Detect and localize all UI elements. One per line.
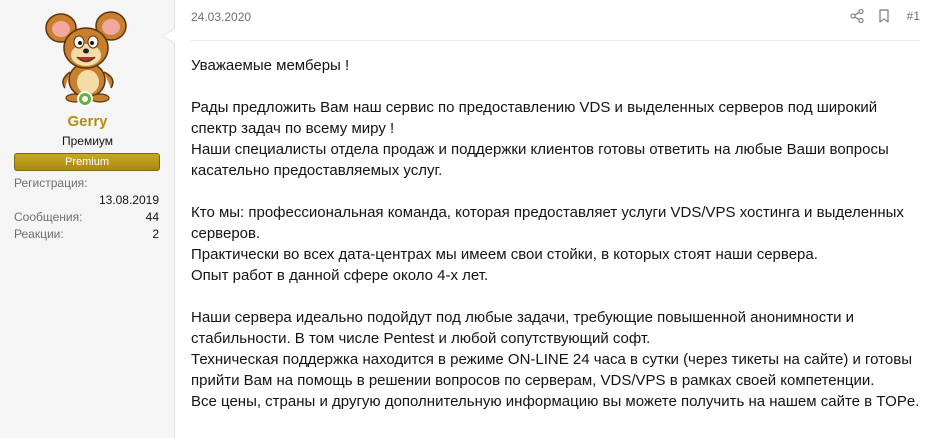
post-date[interactable]: 24.03.2020 bbox=[191, 10, 251, 24]
message-line: касательно предоставляемых услуг. bbox=[191, 162, 443, 179]
message-line: Практически во всех дата-центрах мы имее… bbox=[191, 246, 818, 263]
share-icon[interactable] bbox=[849, 8, 865, 24]
registration-label: Регистрация: bbox=[14, 176, 88, 190]
registration-value: 13.08.2019 bbox=[98, 193, 159, 207]
message-line: спектр задач по всему миру ! bbox=[191, 120, 395, 137]
message-line: прийти Вам на помощь в решении вопросов … bbox=[191, 372, 875, 389]
message-line: Уважаемые мемберы ! bbox=[191, 57, 350, 74]
header-divider bbox=[191, 40, 920, 41]
message-line: Все цены, страны и другую дополнительную… bbox=[191, 393, 920, 410]
message-line: серверов. bbox=[191, 225, 261, 242]
message-line: Наши сервера идеально подойдут под любые… bbox=[191, 309, 855, 326]
user-sidebar: Gerry Премиум Premium Регистрация: 13.08… bbox=[0, 0, 175, 438]
messages-label: Сообщения: bbox=[14, 210, 83, 224]
message-line: Техническая поддержка находится в режиме… bbox=[191, 351, 912, 368]
messages-value[interactable]: 44 bbox=[146, 210, 159, 224]
user-title: Премиум bbox=[61, 134, 114, 148]
message-line: Опыт работ в данной сфере около 4-х лет. bbox=[191, 267, 489, 284]
online-status-icon bbox=[77, 91, 93, 107]
message-line: Кто мы: профессиональная команда, котора… bbox=[191, 204, 904, 221]
premium-banner: Premium bbox=[14, 153, 160, 171]
post-number-link[interactable]: #1 bbox=[907, 9, 920, 23]
reactions-value: 2 bbox=[152, 227, 159, 241]
bookmark-icon[interactable] bbox=[876, 8, 892, 24]
reactions-label: Реакции: bbox=[14, 227, 64, 241]
post-message: Уважаемые мемберы ! Рады предложить Вам … bbox=[191, 55, 921, 412]
username[interactable]: Gerry bbox=[0, 113, 175, 130]
message-line: Наши специалисты отдела продаж и поддерж… bbox=[191, 141, 889, 158]
message-line: Рады предложить Вам наш сервис по предос… bbox=[191, 99, 878, 116]
forum-post: Gerry Премиум Premium Регистрация: 13.08… bbox=[0, 0, 930, 438]
post-arrow bbox=[162, 28, 175, 44]
message-line: стабильности. В том числе Pentest и любо… bbox=[191, 330, 651, 347]
